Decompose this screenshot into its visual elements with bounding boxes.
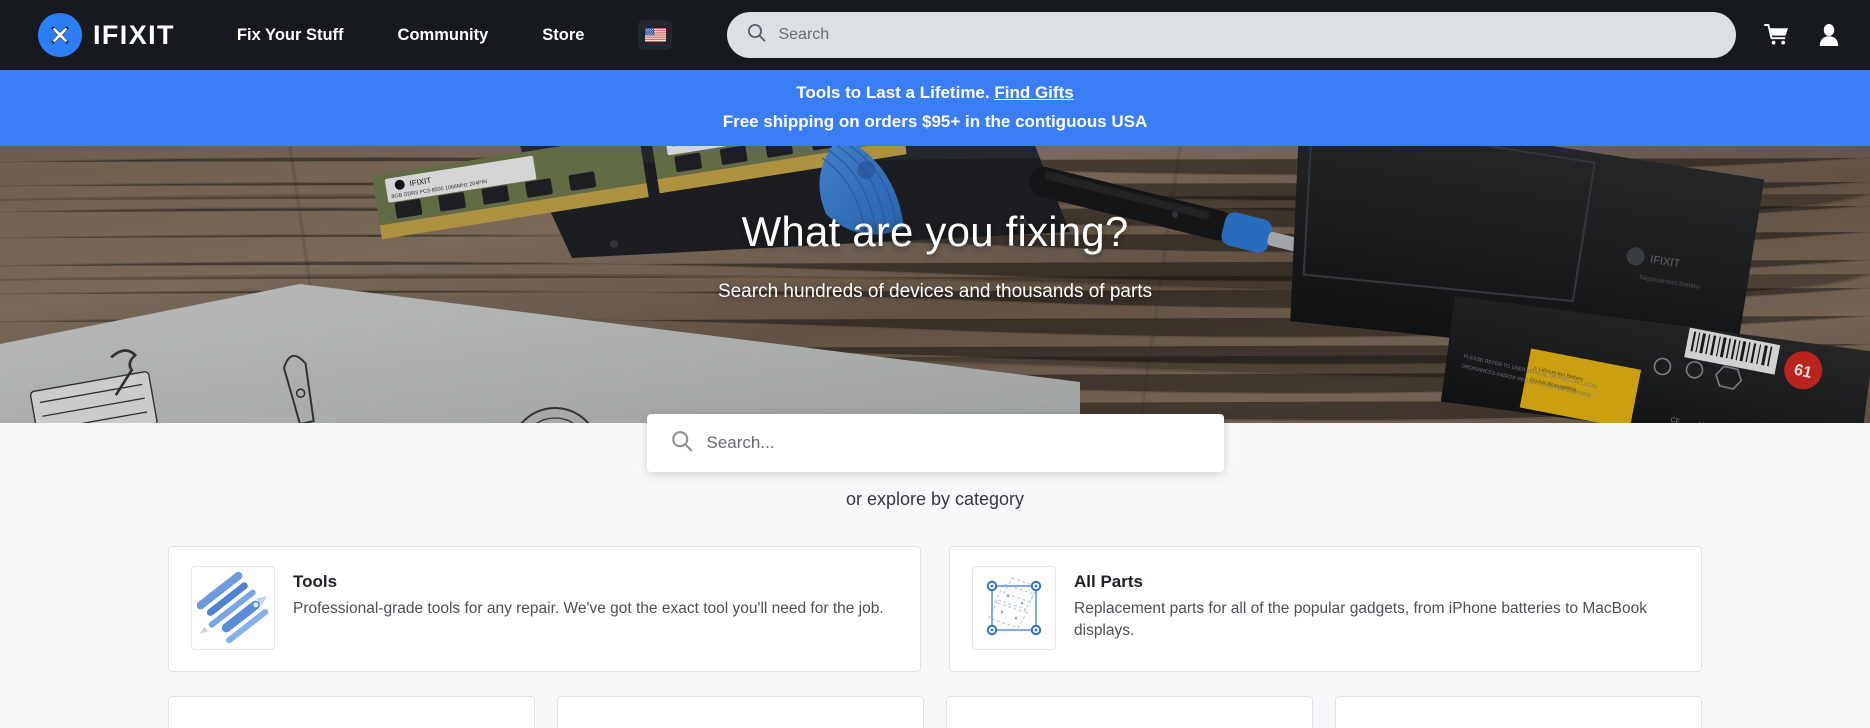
- category-card-partial[interactable]: [946, 696, 1313, 728]
- ifixit-logo[interactable]: IFIXIT: [38, 13, 175, 57]
- hero-search-placeholder: Search...: [706, 433, 775, 452]
- user-account-icon[interactable]: [1818, 23, 1840, 47]
- hero-subtitle: Search hundreds of devices and thousands…: [717, 281, 1153, 302]
- parts-schematic-icon: [972, 566, 1056, 650]
- logo-text: IFIXIT: [93, 19, 175, 50]
- hero-section: IFIXIT 8GB DDR3 PC3-8500 1066MHz 204PIN …: [0, 146, 1870, 423]
- category-card-all-parts[interactable]: All Parts Replacement parts for all of t…: [949, 546, 1702, 672]
- search-icon: [747, 23, 766, 47]
- site-header: IFIXIT Fix Your Stuff Community Store Se…: [0, 0, 1870, 70]
- search-icon: [671, 430, 693, 457]
- hero-search-input[interactable]: Search...: [646, 414, 1224, 472]
- header-search-wrap: Search: [727, 12, 1736, 58]
- category-card-partial[interactable]: [1335, 696, 1702, 728]
- main-nav: Fix Your Stuff Community Store: [237, 16, 673, 55]
- hero-search-holder: Search...: [0, 414, 1870, 472]
- pry-tools-icon: [191, 566, 275, 650]
- explore-by-category-label: or explore by category: [845, 489, 1025, 509]
- category-cards-row-secondary: [0, 696, 1870, 728]
- category-card-body: Tools Professional-grade tools for any r…: [293, 566, 884, 620]
- find-gifts-link[interactable]: Find Gifts: [994, 83, 1073, 102]
- header-icon-group: [1764, 23, 1840, 47]
- category-card-description: Replacement parts for all of the popular…: [1074, 600, 1647, 639]
- category-cards-row: Tools Professional-grade tools for any r…: [0, 546, 1870, 672]
- promo-headline: Tools to Last a Lifetime.: [796, 83, 990, 102]
- nav-item-community[interactable]: Community: [398, 16, 489, 55]
- shopping-cart-icon[interactable]: [1764, 23, 1790, 47]
- hero-title: What are you fixing?: [741, 208, 1129, 255]
- category-card-tools[interactable]: Tools Professional-grade tools for any r…: [168, 546, 921, 672]
- nav-item-fix-your-stuff[interactable]: Fix Your Stuff: [237, 16, 344, 55]
- category-card-title: All Parts: [1074, 572, 1143, 591]
- category-card-partial[interactable]: [557, 696, 924, 728]
- promo-line-1: Tools to Last a Lifetime. Find Gifts: [10, 83, 1860, 103]
- category-card-partial[interactable]: [168, 696, 535, 728]
- category-card-title: Tools: [293, 572, 338, 591]
- category-card-body: All Parts Replacement parts for all of t…: [1074, 566, 1679, 642]
- promo-shipping-note: Free shipping on orders $95+ in the cont…: [722, 112, 1148, 131]
- promo-banner: Tools to Last a Lifetime. Find Gifts Fre…: [0, 70, 1870, 146]
- category-card-description: Professional-grade tools for any repair.…: [293, 600, 884, 617]
- header-search-input[interactable]: Search: [727, 12, 1736, 58]
- region-selector-button[interactable]: [638, 20, 673, 50]
- us-flag-icon: [644, 28, 666, 42]
- hero-content: What are you fixing? Search hundreds of …: [0, 146, 1870, 423]
- header-search-placeholder: Search: [778, 26, 830, 43]
- ifixit-x-logo-icon: [38, 13, 82, 57]
- nav-item-store[interactable]: Store: [542, 16, 584, 55]
